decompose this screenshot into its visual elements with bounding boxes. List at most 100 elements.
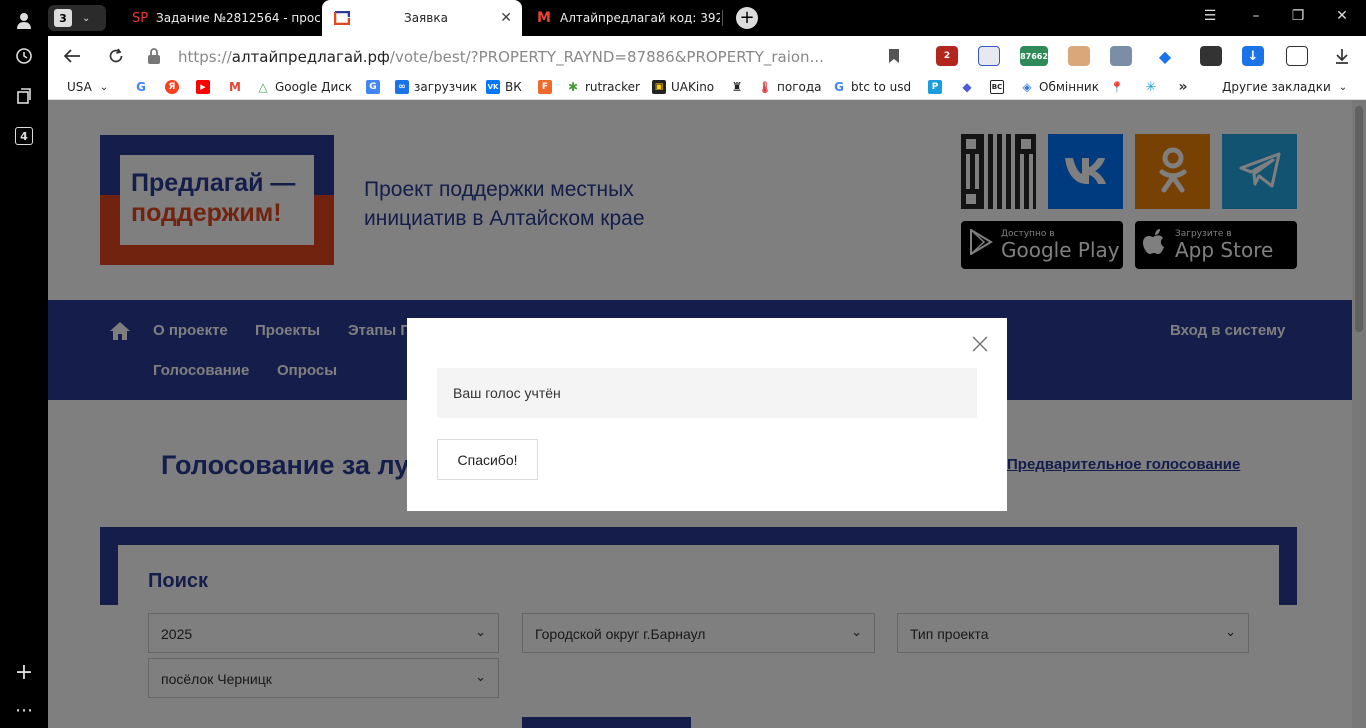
rutracker-icon: ✱ xyxy=(567,80,579,94)
add-panel-icon[interactable]: + xyxy=(12,660,36,685)
bookmark-vk[interactable]: VK ВК xyxy=(486,80,522,94)
asterisk-icon: ✳ xyxy=(1145,79,1157,95)
bookmark-label: ВК xyxy=(505,80,522,94)
tab-label: Задание №2812564 - прос xyxy=(156,11,320,25)
bookmark-yandex[interactable]: Я xyxy=(165,80,184,94)
minimize-icon[interactable]: – xyxy=(1246,8,1266,24)
google-icon: G xyxy=(834,80,844,94)
diamond-extension-icon[interactable]: ◆ xyxy=(1154,46,1176,66)
address-toolbar: https://алтайпредлагай.рф/vote/best/?PRO… xyxy=(48,36,1366,76)
bookmark-chess[interactable]: ♜ xyxy=(730,80,749,94)
gmail-icon: M xyxy=(537,10,551,26)
bookmark-gmail[interactable]: M xyxy=(228,80,247,94)
tab-count: 3 xyxy=(54,9,72,27)
bookmark-google-drive[interactable]: △ Google Диск xyxy=(256,80,352,94)
bookmark-label: USA xyxy=(67,80,92,94)
ext-badge: 2 xyxy=(943,51,951,61)
tab-gmail[interactable]: M Алтайпредлагай код: 3925 xyxy=(524,0,720,36)
p-icon: P xyxy=(928,80,942,94)
calculator-extension-icon[interactable] xyxy=(1110,46,1132,66)
bookmark-bc[interactable]: BC xyxy=(990,80,1009,94)
new-tab-button[interactable]: + xyxy=(736,7,758,29)
google-drive-icon: △ xyxy=(258,80,268,94)
bookmark-label: загрузчик xyxy=(414,80,478,94)
bookmark-label: UAKino xyxy=(671,80,715,94)
ublock-extension-icon[interactable]: 2 xyxy=(936,46,958,66)
tab-strip: 3 ⌄ SP Задание №2812564 - прос Заявка ✕ … xyxy=(48,0,1366,36)
tab-task[interactable]: SP Задание №2812564 - прос xyxy=(120,0,320,36)
yandex-icon: Я xyxy=(165,80,179,94)
url-scheme: https:// xyxy=(178,48,232,66)
download-extension-icon[interactable]: ↓ xyxy=(1242,46,1264,66)
menu-icon[interactable]: ☰ xyxy=(1200,8,1220,24)
vote-confirmation-modal: Ваш голос учтён Спасибо! xyxy=(407,318,1007,511)
restore-icon[interactable]: ❐ xyxy=(1288,8,1308,24)
tab-groups-count: 4 xyxy=(15,127,33,145)
chess-icon: ♜ xyxy=(731,80,743,94)
bookmark-f[interactable]: F xyxy=(538,80,557,94)
bookmarks-bar: USA ⌄ G Я ▶ M △ Google Диск G ∞ загрузчик V… xyxy=(48,76,1366,100)
bookmark-weather[interactable]: 🌡 погода xyxy=(758,80,821,94)
ext-counter: 87662 xyxy=(1020,51,1048,61)
tab-separator xyxy=(722,10,723,26)
uakino-icon: ▣ xyxy=(652,80,666,94)
puzzle-extension-icon[interactable] xyxy=(1200,46,1222,66)
url-host: алтайпредлагай.рф xyxy=(231,48,390,66)
bookmark-icon[interactable] xyxy=(884,46,904,66)
chevron-down-icon: ⌄ xyxy=(99,81,109,93)
google-icon: G xyxy=(136,80,146,94)
thanks-button[interactable]: Спасибо! xyxy=(437,439,538,480)
url-field[interactable]: https://алтайпредлагай.рф/vote/best/?PRO… xyxy=(178,48,824,66)
reload-icon[interactable] xyxy=(106,46,126,66)
more-icon[interactable]: ⋯ xyxy=(12,698,36,722)
loop-icon: ∞ xyxy=(395,80,409,94)
bookmark-label: Google Диск xyxy=(275,80,353,94)
character-extension-icon[interactable] xyxy=(1068,46,1090,66)
russia-flag-extension-icon[interactable] xyxy=(978,46,1000,66)
bookmark-label: погода xyxy=(777,80,822,94)
close-icon[interactable] xyxy=(971,336,989,354)
browser-side-rail: 4 + ⋯ xyxy=(0,0,48,728)
youtube-icon: ▶ xyxy=(196,80,210,94)
page-viewport: Предлагай — поддержим! Проект поддержки … xyxy=(48,100,1366,728)
tab-groups-icon[interactable]: 4 xyxy=(12,124,36,148)
bookmark-usa[interactable]: USA ⌄ xyxy=(67,80,108,94)
collections-icon[interactable] xyxy=(12,84,36,108)
back-icon[interactable] xyxy=(62,46,82,66)
f-icon: F xyxy=(538,80,552,94)
bookmark-rutracker[interactable]: ✱ rutracker xyxy=(566,80,640,94)
bookmark-maps[interactable]: 📍 xyxy=(1110,80,1129,94)
tab-zayavka[interactable]: Заявка ✕ xyxy=(322,0,522,36)
overflow-icon: » xyxy=(1178,79,1188,95)
bookmark-translate[interactable]: G xyxy=(366,80,385,94)
url-path: /vote/best/?PROPERTY_RAYND=87886&PROPERT… xyxy=(389,48,824,66)
counter-extension-icon[interactable]: 87662 xyxy=(1020,46,1048,66)
extensions-icon[interactable] xyxy=(1286,46,1308,66)
lock-icon[interactable] xyxy=(144,46,164,66)
diamond-icon: ◆ xyxy=(962,80,972,94)
tab-label: Заявка xyxy=(404,11,448,25)
bc-icon: BC xyxy=(990,80,1004,94)
bookmark-google[interactable]: G xyxy=(134,80,153,94)
bookmark-exchanger[interactable]: ◈ Обмінник xyxy=(1020,80,1099,94)
history-icon[interactable] xyxy=(12,44,36,68)
bookmark-diamond[interactable]: ◆ xyxy=(960,80,979,94)
window-close-icon[interactable]: ✕ xyxy=(1332,8,1352,24)
bookmark-downloader[interactable]: ∞ загрузчик xyxy=(395,80,477,94)
thermometer-icon: 🌡 xyxy=(758,80,772,94)
bookmark-youtube[interactable]: ▶ xyxy=(196,80,215,94)
tab-counter[interactable]: 3 ⌄ xyxy=(48,5,106,31)
bookmark-p[interactable]: P xyxy=(928,80,947,94)
bookmark-uakino[interactable]: ▣ UAKino xyxy=(652,80,714,94)
bookmark-star[interactable]: ✳ xyxy=(1144,79,1163,95)
chevron-down-icon: ⌄ xyxy=(82,12,91,24)
exchanger-icon: ◈ xyxy=(1022,80,1032,94)
gmail-icon: M xyxy=(229,80,241,94)
downloads-icon[interactable] xyxy=(1332,46,1352,66)
bookmark-btc[interactable]: Gbtc to usd xyxy=(832,80,911,94)
bookmarks-overflow[interactable]: » xyxy=(1176,79,1195,95)
close-icon[interactable]: ✕ xyxy=(500,10,512,26)
profile-icon[interactable] xyxy=(12,8,36,32)
bookmark-other[interactable]: Другие закладки ⌄ xyxy=(1222,80,1347,94)
tab-favicon: SP xyxy=(131,10,149,26)
